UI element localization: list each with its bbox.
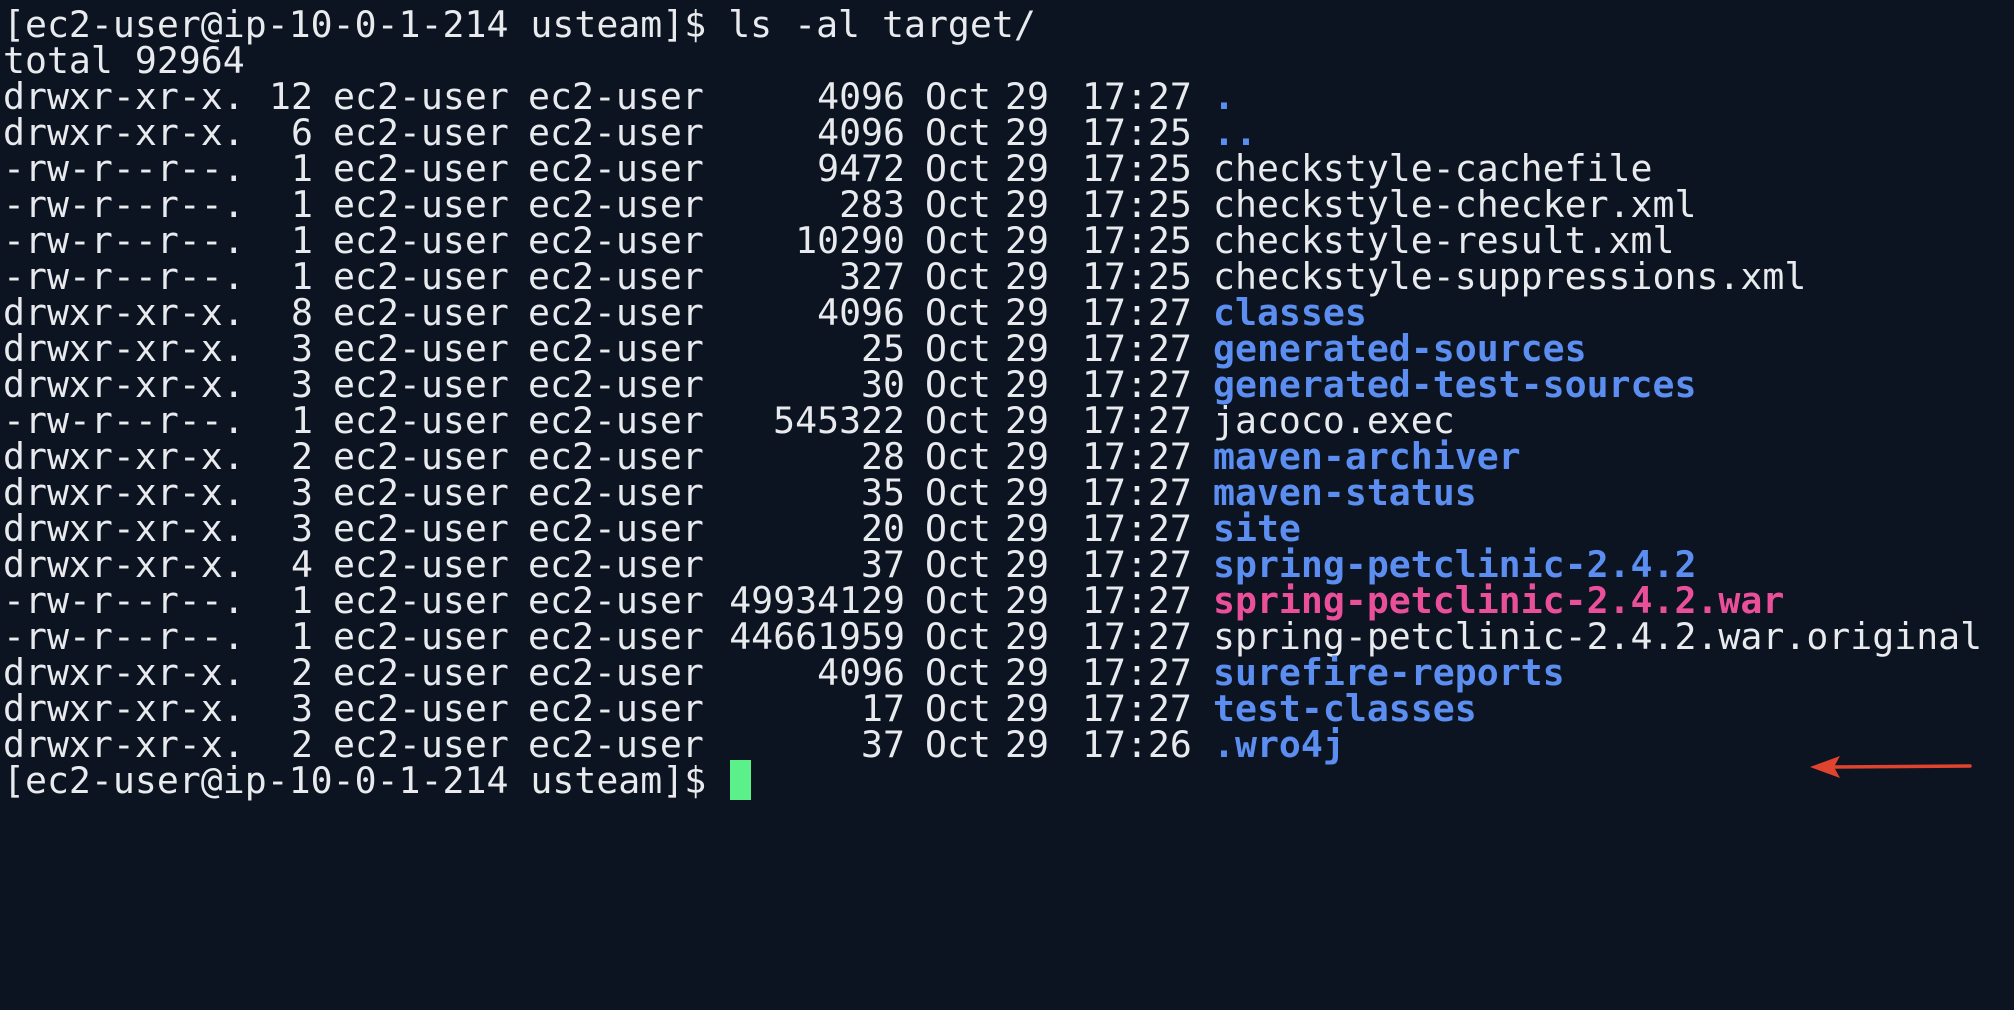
terminal-window[interactable]: [ec2-user@ip-10-0-1-214 usteam]$ ls -al …	[0, 0, 2014, 1010]
month: Oct	[925, 723, 991, 766]
final-prompt-line[interactable]: [ec2-user@ip-10-0-1-214 usteam]$	[3, 758, 752, 804]
block-cursor	[730, 759, 752, 800]
file-name: .wro4j	[1213, 723, 1345, 766]
shell-prompt: [ec2-user@ip-10-0-1-214 usteam]$	[3, 759, 707, 802]
time: 17:26	[1082, 723, 1192, 766]
day: 29	[1005, 723, 1049, 766]
command-text: ls -al target/	[728, 3, 1036, 46]
arrow-left-icon	[1810, 756, 1972, 778]
